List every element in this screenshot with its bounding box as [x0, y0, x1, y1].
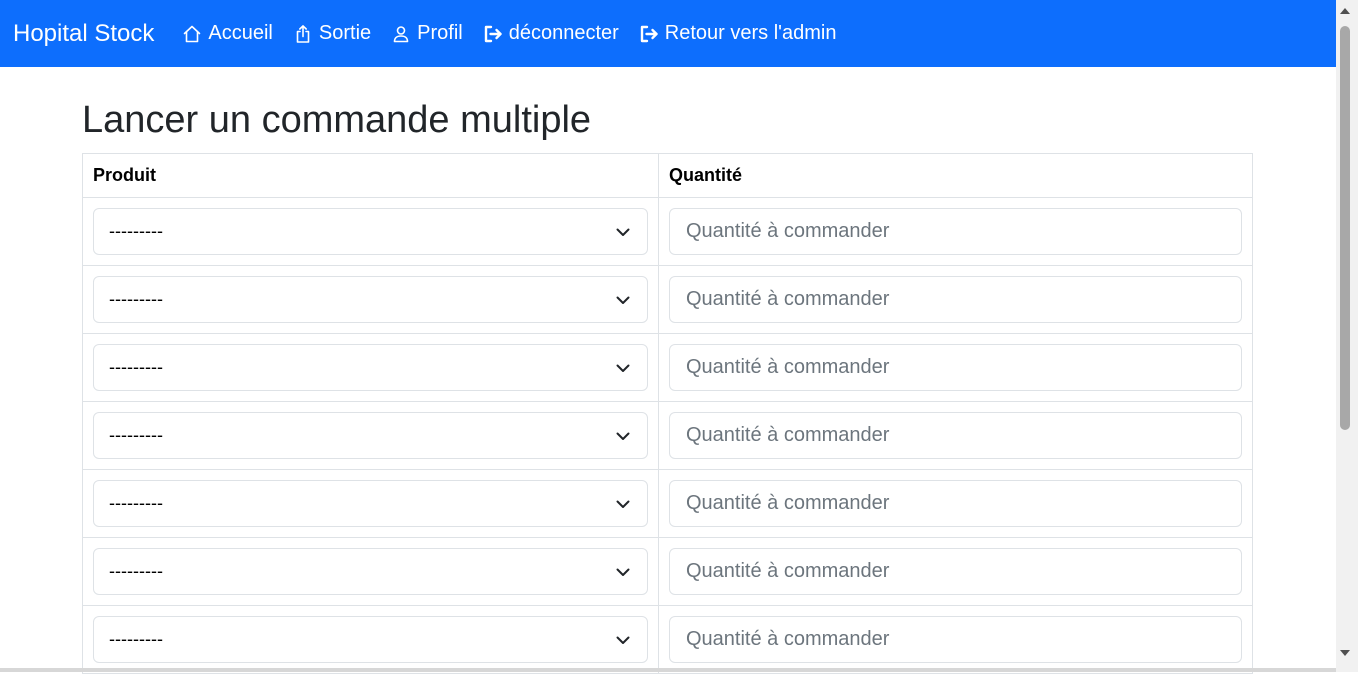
product-select-value: --------- — [109, 561, 163, 582]
order-table: Produit Quantité --------- --------- -----… — [82, 153, 1253, 674]
table-row: --------- — [83, 334, 1253, 402]
product-select-value: --------- — [109, 493, 163, 514]
chevron-down-icon — [615, 428, 631, 444]
quantity-cell — [659, 266, 1253, 334]
nav-item-profil[interactable]: Profil — [391, 22, 463, 45]
product-select-value: --------- — [109, 425, 163, 446]
chevron-down-icon — [615, 496, 631, 512]
product-cell: --------- — [83, 606, 659, 674]
column-header-quantite: Quantité — [659, 154, 1253, 198]
product-cell: --------- — [83, 538, 659, 606]
product-cell: --------- — [83, 470, 659, 538]
scroll-down-arrow-icon[interactable] — [1340, 650, 1350, 656]
product-select-value: --------- — [109, 221, 163, 242]
product-cell: --------- — [83, 198, 659, 266]
product-select[interactable]: --------- — [93, 276, 648, 323]
product-select[interactable]: --------- — [93, 548, 648, 595]
nav-item-label: Sortie — [319, 22, 371, 45]
main-content: Lancer un commande multiple Produit Quan… — [82, 67, 1252, 674]
product-select[interactable]: --------- — [93, 412, 648, 459]
chevron-down-icon — [615, 632, 631, 648]
chevron-down-icon — [615, 224, 631, 240]
product-cell: --------- — [83, 266, 659, 334]
quantity-input[interactable] — [669, 344, 1242, 391]
nav-item-label: Retour vers l'admin — [665, 22, 837, 45]
box-arrow-right-icon — [483, 24, 503, 44]
quantity-cell — [659, 334, 1253, 402]
table-row: --------- — [83, 402, 1253, 470]
table-row: --------- — [83, 266, 1253, 334]
nav-item-deconnecter[interactable]: déconnecter — [483, 22, 619, 45]
vertical-scrollbar[interactable] — [1336, 0, 1358, 672]
quantity-input[interactable] — [669, 412, 1242, 459]
quantity-input[interactable] — [669, 480, 1242, 527]
product-select-value: --------- — [109, 357, 163, 378]
person-icon — [391, 24, 411, 44]
brand-link[interactable]: Hopital Stock — [13, 20, 154, 48]
nav-item-accueil[interactable]: Accueil — [182, 22, 272, 45]
quantity-cell — [659, 470, 1253, 538]
quantity-cell — [659, 198, 1253, 266]
product-select-value: --------- — [109, 629, 163, 650]
table-header-row: Produit Quantité — [83, 154, 1253, 198]
quantity-input[interactable] — [669, 616, 1242, 663]
product-select[interactable]: --------- — [93, 480, 648, 527]
table-row: --------- — [83, 538, 1253, 606]
quantity-input[interactable] — [669, 276, 1242, 323]
page-title: Lancer un commande multiple — [82, 98, 1252, 142]
chevron-down-icon — [615, 360, 631, 376]
chevron-down-icon — [615, 292, 631, 308]
nav-item-label: Profil — [417, 22, 463, 45]
product-select-value: --------- — [109, 289, 163, 310]
box-arrow-right-icon — [639, 24, 659, 44]
quantity-cell — [659, 606, 1253, 674]
table-row: --------- — [83, 470, 1253, 538]
table-row: --------- — [83, 606, 1253, 674]
quantity-input[interactable] — [669, 208, 1242, 255]
nav-item-retour-admin[interactable]: Retour vers l'admin — [639, 22, 837, 45]
scroll-up-arrow-icon[interactable] — [1340, 8, 1350, 14]
nav-item-label: déconnecter — [509, 22, 619, 45]
nav-item-label: Accueil — [208, 22, 272, 45]
quantity-cell — [659, 402, 1253, 470]
table-row: --------- — [83, 198, 1253, 266]
box-arrow-up-icon — [293, 24, 313, 44]
scrollbar-thumb[interactable] — [1340, 26, 1350, 430]
product-select[interactable]: --------- — [93, 616, 648, 663]
quantity-input[interactable] — [669, 548, 1242, 595]
column-header-produit: Produit — [83, 154, 659, 198]
product-cell: --------- — [83, 402, 659, 470]
nav-item-sortie[interactable]: Sortie — [293, 22, 371, 45]
horizontal-scroll-edge — [0, 668, 1336, 672]
quantity-cell — [659, 538, 1253, 606]
house-icon — [182, 24, 202, 44]
product-select[interactable]: --------- — [93, 344, 648, 391]
chevron-down-icon — [615, 564, 631, 580]
top-navbar: Hopital Stock Accueil Sortie Profil déco… — [0, 0, 1336, 67]
product-select[interactable]: --------- — [93, 208, 648, 255]
product-cell: --------- — [83, 334, 659, 402]
